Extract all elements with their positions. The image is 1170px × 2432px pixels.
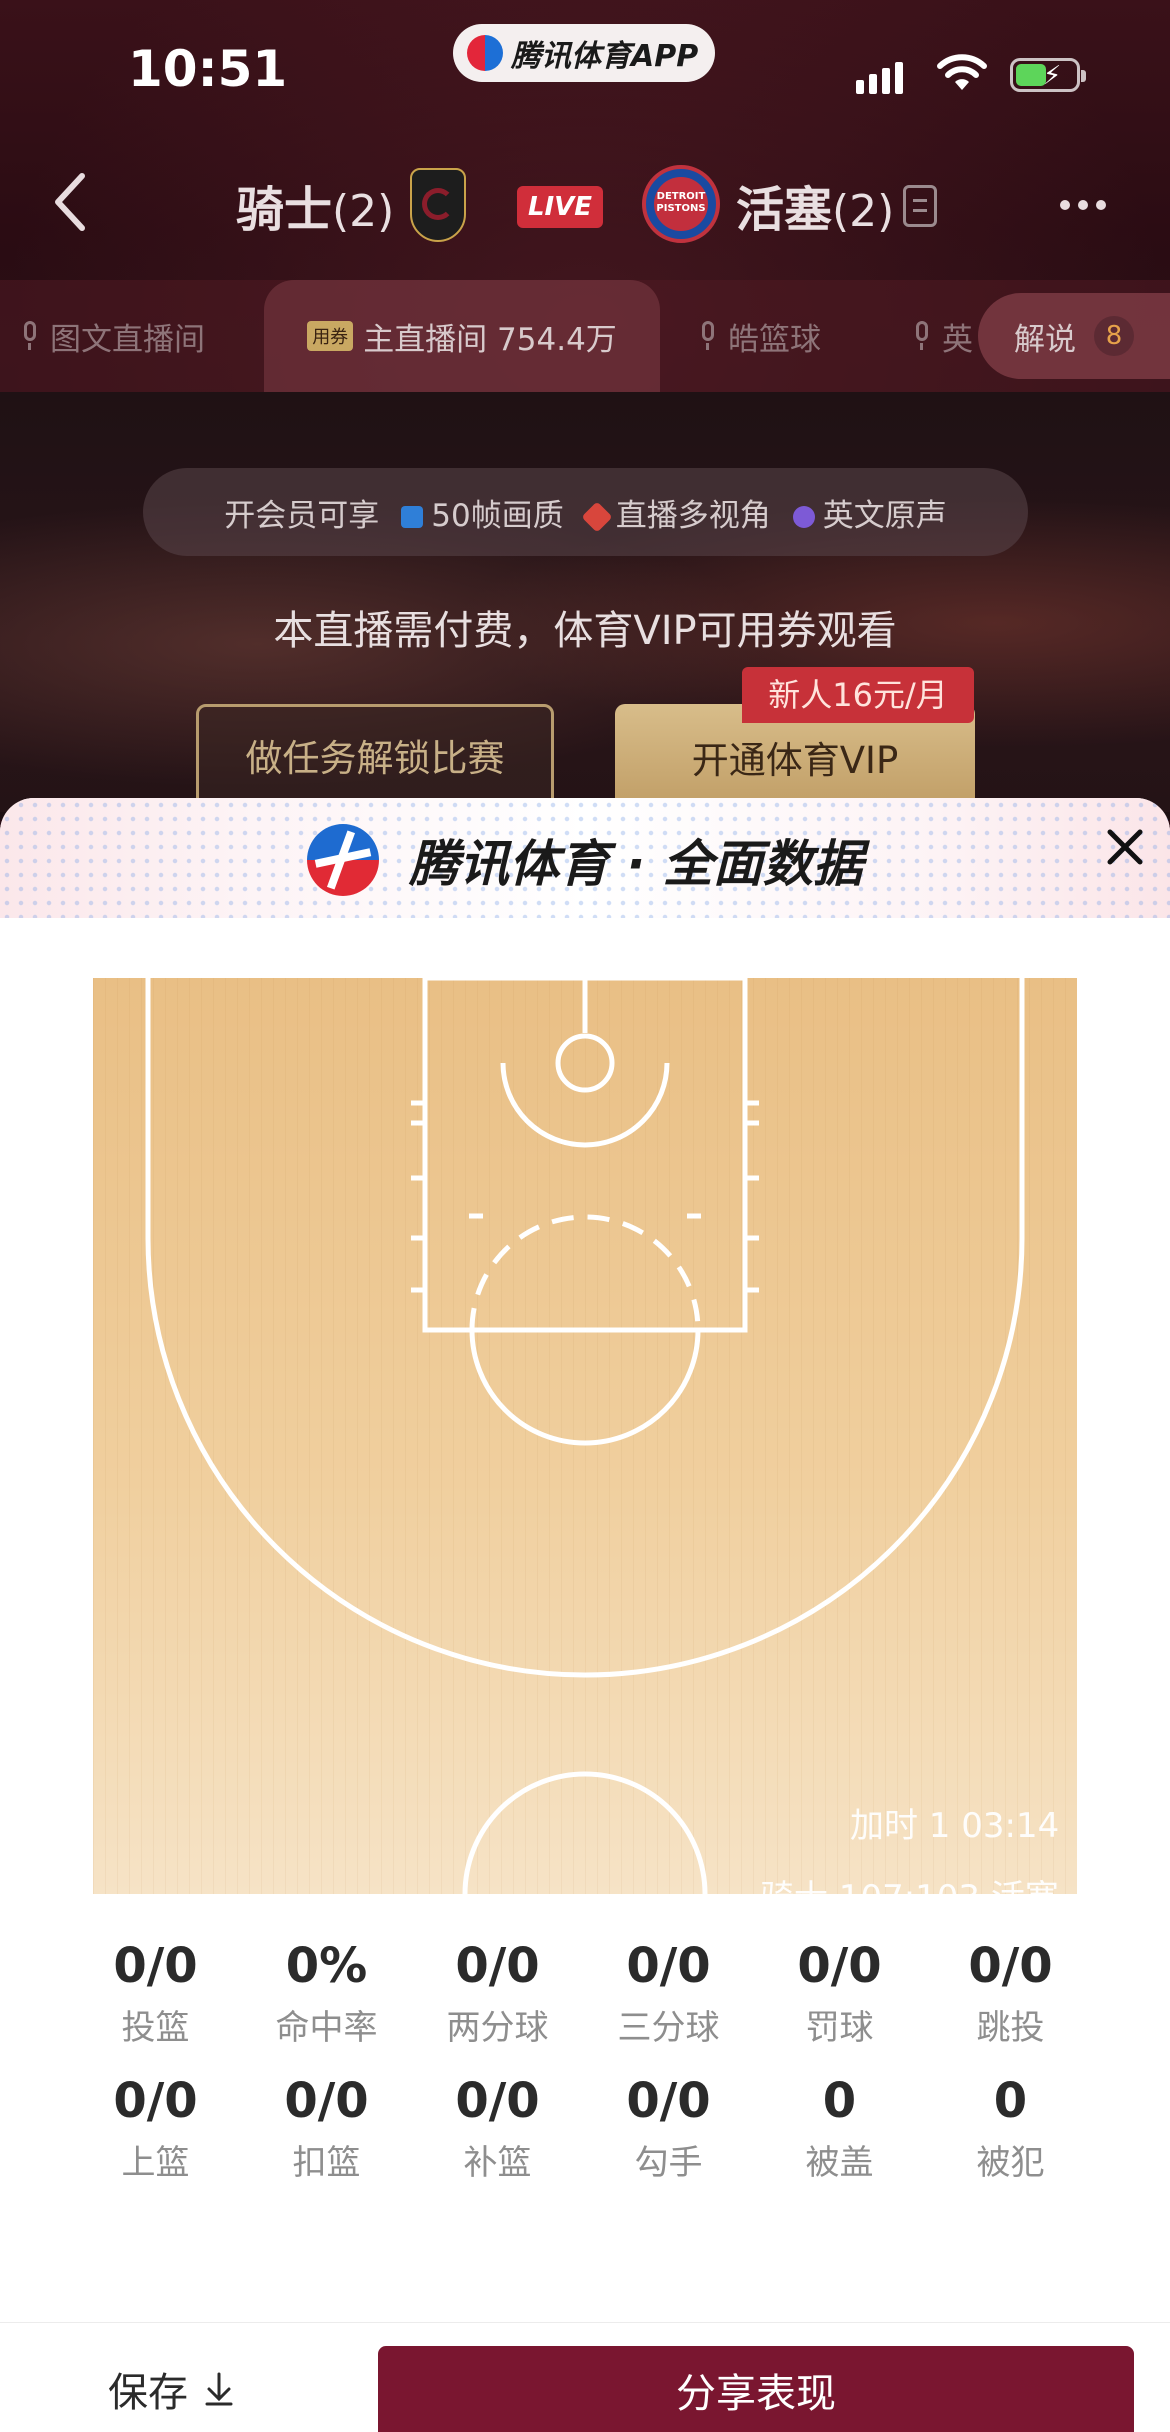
perk-item: 直播多视角	[581, 490, 771, 535]
save-button[interactable]: 保存	[108, 2360, 234, 2418]
battery-icon: ⚡	[1010, 58, 1086, 92]
vip-perks-bar: 开会员可享 50帧画质 直播多视角 英文原声	[143, 468, 1028, 556]
home-team-name[interactable]: 骑士(2)	[236, 170, 394, 240]
stat-item: 0% 命中率	[275, 1938, 378, 2048]
commentary-count: 8	[1094, 316, 1134, 356]
stat-item: 0 被犯	[976, 2073, 1045, 2183]
stat-item: 0/0 上篮	[113, 2073, 198, 2183]
game-score: 骑士 107:103 活塞	[760, 1878, 1059, 1918]
tab-label: 图文直播间	[50, 321, 205, 358]
paywall-message: 本直播需付费，体育VIP可用券观看	[273, 608, 897, 654]
cavaliers-logo-icon[interactable]	[410, 168, 466, 242]
tab-label: 皓篮球	[728, 321, 821, 358]
perk-item: 英文原声	[792, 490, 947, 535]
stat-item: 0/0 两分球	[446, 1938, 549, 2048]
shot-chart-court	[93, 978, 1077, 1894]
cellular-signal-icon	[856, 62, 903, 94]
mic-icon	[698, 321, 718, 351]
app-name: 腾讯体育APP	[511, 39, 699, 74]
more-options-icon[interactable]	[1060, 200, 1106, 210]
vip-price-tag: 新人16元/月	[742, 667, 974, 723]
stat-item: 0/0 勾手	[626, 2073, 711, 2183]
back-chevron-icon[interactable]	[50, 172, 90, 232]
close-icon[interactable]	[1100, 822, 1150, 872]
multi-view-icon	[581, 501, 613, 533]
data-sheet: 腾讯体育 · 全面数据 加时 1 03:14 骑士 107:103 活塞 0/0…	[0, 798, 1170, 2432]
tab-hao-basketball[interactable]: 皓篮球	[698, 280, 878, 392]
share-performance-button[interactable]: 分享表现	[378, 2346, 1134, 2432]
away-team-name[interactable]: 活塞(2)	[736, 170, 894, 240]
mic-icon	[912, 321, 932, 351]
status-time: 10:51	[128, 40, 288, 98]
away-team-label: 活塞	[736, 182, 833, 238]
switch-view-icon[interactable]	[903, 185, 937, 227]
pistons-logo-icon[interactable]: DETROIT PISTONS	[642, 165, 720, 243]
tab-english[interactable]: 英	[912, 280, 982, 392]
tab-text-live[interactable]: 图文直播间	[20, 280, 260, 392]
stat-item: 0/0 投篮	[113, 1938, 198, 2048]
tencent-sports-logo-icon	[307, 824, 380, 896]
hd-quality-icon	[401, 506, 424, 528]
tencent-sports-logo-icon	[467, 35, 503, 71]
perk-item: 50帧画质	[401, 490, 564, 535]
home-team-label: 骑士	[236, 182, 333, 238]
commentary-button[interactable]: 解说 8	[978, 293, 1170, 379]
coupon-badge: 用券	[307, 321, 354, 351]
stat-item: 0/0 补篮	[455, 2073, 540, 2183]
stat-item: 0 被盖	[805, 2073, 874, 2183]
tab-label: 英	[942, 321, 973, 358]
save-label: 保存	[108, 2370, 188, 2416]
sheet-title-text: 腾讯体育 · 全面数据	[409, 835, 863, 893]
stat-item: 0/0 三分球	[617, 1938, 720, 2048]
app-return-pill[interactable]: 腾讯体育APP	[453, 24, 715, 82]
game-clock: 加时 1 03:14	[850, 1806, 1060, 1846]
perks-intro: 开会员可享	[224, 497, 380, 534]
download-arrow-icon	[205, 2372, 233, 2406]
home-team-series: (2)	[332, 186, 395, 237]
commentary-label: 解说	[1014, 321, 1076, 358]
away-team-series: (2)	[832, 186, 895, 237]
mic-icon	[20, 321, 40, 351]
stat-item: 0/0 罚球	[797, 1938, 882, 2048]
wifi-icon	[937, 54, 987, 90]
stat-item: 0/0 跳投	[968, 1938, 1053, 2048]
tab-main-live[interactable]: 用券 主直播间 754.4万	[264, 280, 660, 392]
live-badge: LIVE	[517, 186, 603, 228]
sheet-title: 腾讯体育 · 全面数据	[0, 824, 1170, 896]
english-audio-icon	[792, 506, 815, 528]
stat-item: 0/0 扣篮	[284, 2073, 369, 2183]
tab-label: 主直播间 754.4万	[363, 321, 617, 358]
